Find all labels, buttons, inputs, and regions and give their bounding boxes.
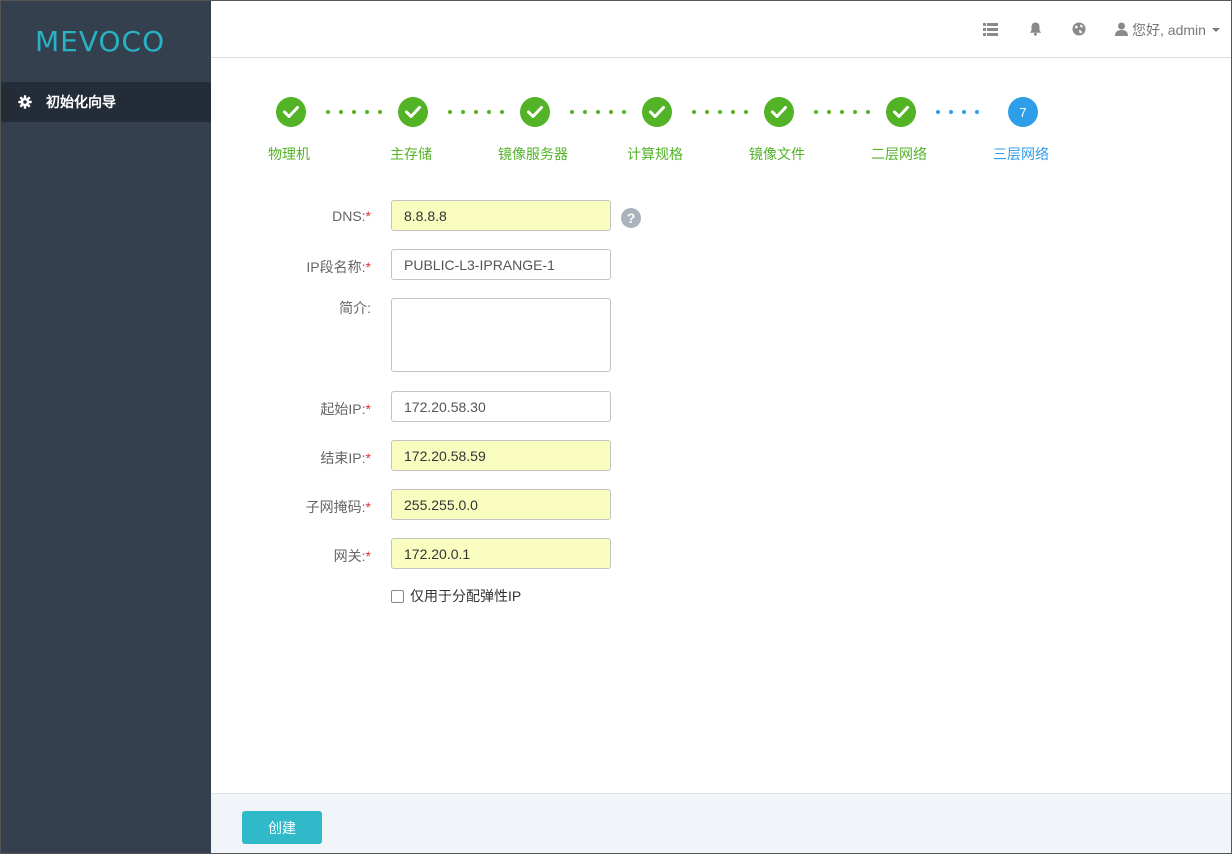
eip-only-option[interactable]: 仅用于分配弹性IP (391, 586, 521, 606)
app-window: MEVOCO 初始化向导 您好, admin 物理机 主存储 镜像服务器 计算规… (0, 0, 1232, 854)
step-connector (326, 110, 382, 114)
step-label: 镜像文件 (749, 146, 805, 162)
description-textarea[interactable] (391, 298, 611, 372)
check-icon (649, 106, 665, 118)
bell-icon[interactable] (1027, 21, 1043, 37)
eip-only-label: 仅用于分配弹性IP (410, 588, 522, 604)
step-connector (692, 110, 748, 114)
step-label: 镜像服务器 (498, 146, 568, 162)
sidebar: MEVOCO 初始化向导 (1, 1, 211, 853)
sidebar-item-init-wizard[interactable]: 初始化向导 (1, 82, 211, 122)
dns-input[interactable] (391, 200, 611, 231)
globe-icon[interactable] (1071, 21, 1087, 37)
wizard-steps: 物理机 主存储 镜像服务器 计算规格 镜像文件 二层网络 7 三层网络 (211, 97, 1231, 167)
start-ip-input[interactable] (391, 391, 611, 422)
eip-only-checkbox[interactable] (391, 589, 404, 603)
logo: MEVOCO (35, 25, 165, 58)
step-done-circle (398, 97, 428, 127)
user-menu[interactable]: 您好, admin (1115, 20, 1220, 40)
step-active-circle: 7 (1008, 97, 1038, 127)
step-done-circle (886, 97, 916, 127)
create-button[interactable]: 创建 (242, 811, 322, 844)
user-icon (1115, 22, 1128, 39)
step-label: 物理机 (268, 146, 310, 162)
end-ip-input[interactable] (391, 440, 611, 471)
ip-range-name-input[interactable] (391, 249, 611, 280)
step-connector (814, 110, 870, 114)
gear-icon (18, 95, 32, 109)
netmask-label: 子网掩码:* (305, 499, 371, 515)
check-icon (527, 106, 543, 118)
step-done-circle (642, 97, 672, 127)
gateway-label: 网关:* (333, 548, 371, 564)
logo-text: MEVOCO (35, 25, 166, 58)
netmask-input[interactable] (391, 489, 611, 520)
sidebar-item-label: 初始化向导 (46, 94, 116, 110)
check-icon (771, 106, 787, 118)
step-done-circle (764, 97, 794, 127)
footer-bar: 创建 (211, 793, 1231, 853)
start-ip-label: 起始IP:* (320, 401, 371, 417)
gateway-input[interactable] (391, 538, 611, 569)
step-done-circle (276, 97, 306, 127)
top-header: 您好, admin (211, 1, 1231, 58)
step-label: 主存储 (390, 146, 432, 162)
step-done-circle (520, 97, 550, 127)
help-icon[interactable]: ? (621, 208, 641, 228)
step-connector (570, 110, 626, 114)
check-icon (283, 106, 299, 118)
dns-label: DNS:* (332, 208, 371, 224)
step-label-active: 三层网络 (993, 146, 1049, 162)
check-icon (893, 106, 909, 118)
list-icon[interactable] (982, 21, 998, 37)
description-label: 简介: (339, 300, 371, 316)
step-connector (448, 110, 504, 114)
check-icon (405, 106, 421, 118)
chevron-down-icon (1211, 28, 1220, 32)
step-connector (936, 110, 979, 114)
user-greeting: 您好, admin (1132, 22, 1206, 38)
ip-range-name-label: IP段名称:* (306, 259, 371, 275)
step-label: 二层网络 (871, 146, 927, 162)
end-ip-label: 结束IP:* (320, 450, 371, 466)
step-label: 计算规格 (627, 146, 683, 162)
